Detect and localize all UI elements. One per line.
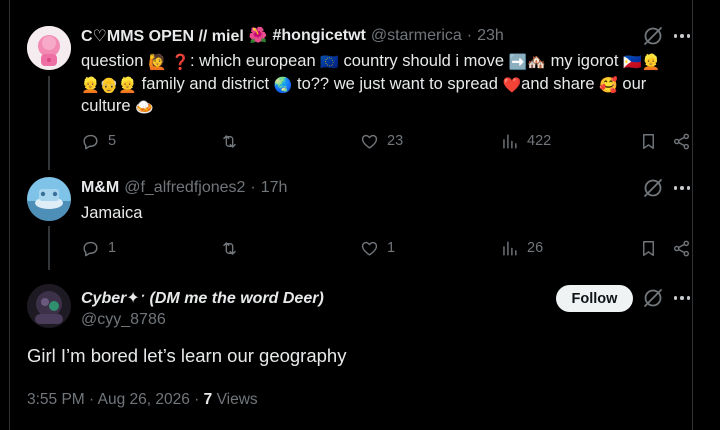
person-emoji: 👱	[118, 76, 138, 94]
share-button[interactable]	[672, 238, 691, 258]
view-count: 26	[527, 240, 544, 256]
retweet-button[interactable]	[220, 238, 239, 258]
reply-count: 1	[108, 240, 117, 256]
rice-emoji: 🍛	[135, 99, 154, 116]
views-button[interactable]: 26	[500, 238, 543, 258]
views-button[interactable]: 422	[500, 131, 551, 151]
avatar[interactable]	[27, 177, 71, 221]
action-bar: 1 1 26	[81, 238, 701, 258]
reply-count: 5	[108, 133, 117, 149]
main-tweet: Cyber✦ˑ (DM me the word Deer) @cyy_8786 …	[0, 270, 720, 430]
text-segment: : which european	[189, 52, 316, 70]
avatar[interactable]	[27, 26, 71, 70]
timestamp[interactable]: 23h	[477, 27, 504, 45]
tweet-1[interactable]: C♡MMS OPEN // miel 🌺 #hongicetwt @starme…	[0, 0, 720, 170]
text-segment: country should i move	[343, 52, 505, 70]
houses-emoji: 🏘️	[527, 54, 546, 71]
like-button[interactable]: 23	[360, 131, 403, 151]
main-tweet-text: Girl I’m bored let’s learn our geography	[27, 345, 347, 366]
name-hashtag[interactable]: #hongicetwt	[273, 27, 366, 45]
reply-button[interactable]: 1	[81, 238, 116, 258]
tweet-header: M&M @f_alfredfjones2 · 17h	[81, 176, 287, 200]
person-emoji: 👱	[641, 54, 661, 71]
reply-icon	[83, 241, 98, 256]
text-segment: culture	[81, 97, 131, 115]
question-emoji: ❓	[171, 54, 190, 71]
person-emoji: 🙋	[147, 54, 167, 71]
share-icon	[673, 240, 690, 256]
text-segment: and share	[521, 74, 595, 93]
text-line-3: culture 🍛	[81, 95, 691, 118]
grok-icon[interactable]	[642, 25, 664, 47]
share-button[interactable]	[672, 131, 691, 151]
avatar-image	[27, 177, 71, 221]
tweet-text: question 🙋 ❓: which european 🇪🇺 country …	[81, 50, 691, 118]
heart-emoji: ❤️	[502, 76, 522, 94]
heart-icon	[361, 134, 378, 149]
thread-connector	[48, 76, 50, 170]
avatar-image	[27, 284, 71, 328]
view-count: 422	[527, 133, 552, 149]
like-button[interactable]: 1	[360, 238, 395, 258]
grok-icon[interactable]	[642, 287, 664, 309]
text-segment: my igorot	[550, 52, 619, 70]
text-line-1: question 🙋 ❓: which european 🇪🇺 country …	[81, 50, 691, 73]
analytics-icon	[503, 240, 517, 256]
view-count: 7	[203, 391, 213, 408]
handle[interactable]: @f_alfredfjones2	[124, 179, 245, 197]
globe-emoji: 🌏	[273, 76, 293, 94]
avatar[interactable]	[27, 284, 71, 328]
bookmark-icon	[643, 240, 654, 256]
text-segment: family and district	[141, 74, 270, 93]
post-timestamp[interactable]: 3:55 PM · Aug 26, 2026 ·	[27, 391, 199, 408]
text-line-2: 👱👴👱 family and district 🌏 to?? we just w…	[81, 73, 691, 96]
reply-icon	[83, 134, 98, 149]
like-count: 23	[387, 133, 404, 149]
smiling-face-emoji: 🥰	[599, 76, 618, 94]
display-name[interactable]: Cyber✦ˑ (DM me the word Deer)	[81, 288, 324, 308]
handle[interactable]: @starmerica	[371, 27, 462, 45]
views-label: Views	[216, 391, 258, 408]
bookmark-button[interactable]	[639, 131, 658, 151]
avatar-image	[27, 26, 71, 70]
hibiscus-emoji: 🌺	[248, 27, 268, 44]
bookmark-icon	[643, 133, 654, 149]
dot-separator: ·	[466, 27, 473, 44]
text-segment: our	[622, 74, 647, 93]
like-count: 1	[387, 240, 396, 256]
retweet-button[interactable]	[220, 131, 239, 151]
eu-flag-emoji: 🇪🇺	[320, 54, 339, 71]
analytics-icon	[503, 133, 517, 149]
display-name[interactable]: C♡MMS OPEN // miel	[81, 26, 244, 46]
action-bar: 5 23 422	[81, 131, 701, 151]
follow-button[interactable]: Follow	[556, 285, 633, 312]
more-icon[interactable]	[672, 288, 692, 308]
arrow-right-emoji: ➡️	[508, 54, 528, 71]
author-header: Cyber✦ˑ (DM me the word Deer)	[81, 286, 324, 310]
grok-icon[interactable]	[642, 177, 664, 199]
person-emoji: 👴	[99, 76, 119, 94]
more-icon[interactable]	[672, 26, 692, 46]
tweet-header: C♡MMS OPEN // miel 🌺 #hongicetwt @starme…	[81, 24, 504, 48]
display-name[interactable]: M&M	[81, 179, 119, 197]
tweet-meta-row: 3:55 PM · Aug 26, 2026 · 7 Views	[27, 391, 258, 409]
dot-separator: ·	[250, 179, 256, 196]
tweet-2[interactable]: M&M @f_alfredfjones2 · 17h Jamaica 1 1 2…	[0, 170, 720, 270]
timestamp[interactable]: 17h	[261, 179, 288, 197]
handle[interactable]: @cyy_8786	[81, 311, 166, 329]
retweet-icon	[223, 134, 236, 148]
text-segment: question	[81, 52, 144, 70]
person-emoji: 👱	[81, 76, 100, 94]
text-segment: to?? we just want to spread	[297, 74, 498, 93]
author-handle-row: @cyy_8786	[81, 308, 166, 332]
retweet-icon	[223, 241, 236, 255]
heart-icon	[361, 241, 378, 256]
philippines-flag-emoji: 🇵🇭	[623, 54, 642, 71]
bookmark-button[interactable]	[639, 238, 658, 258]
thread-connector	[48, 226, 50, 270]
tweet-text: Jamaica	[81, 204, 143, 222]
reply-button[interactable]: 5	[81, 131, 116, 151]
share-icon	[673, 133, 690, 149]
more-icon[interactable]	[672, 178, 692, 198]
